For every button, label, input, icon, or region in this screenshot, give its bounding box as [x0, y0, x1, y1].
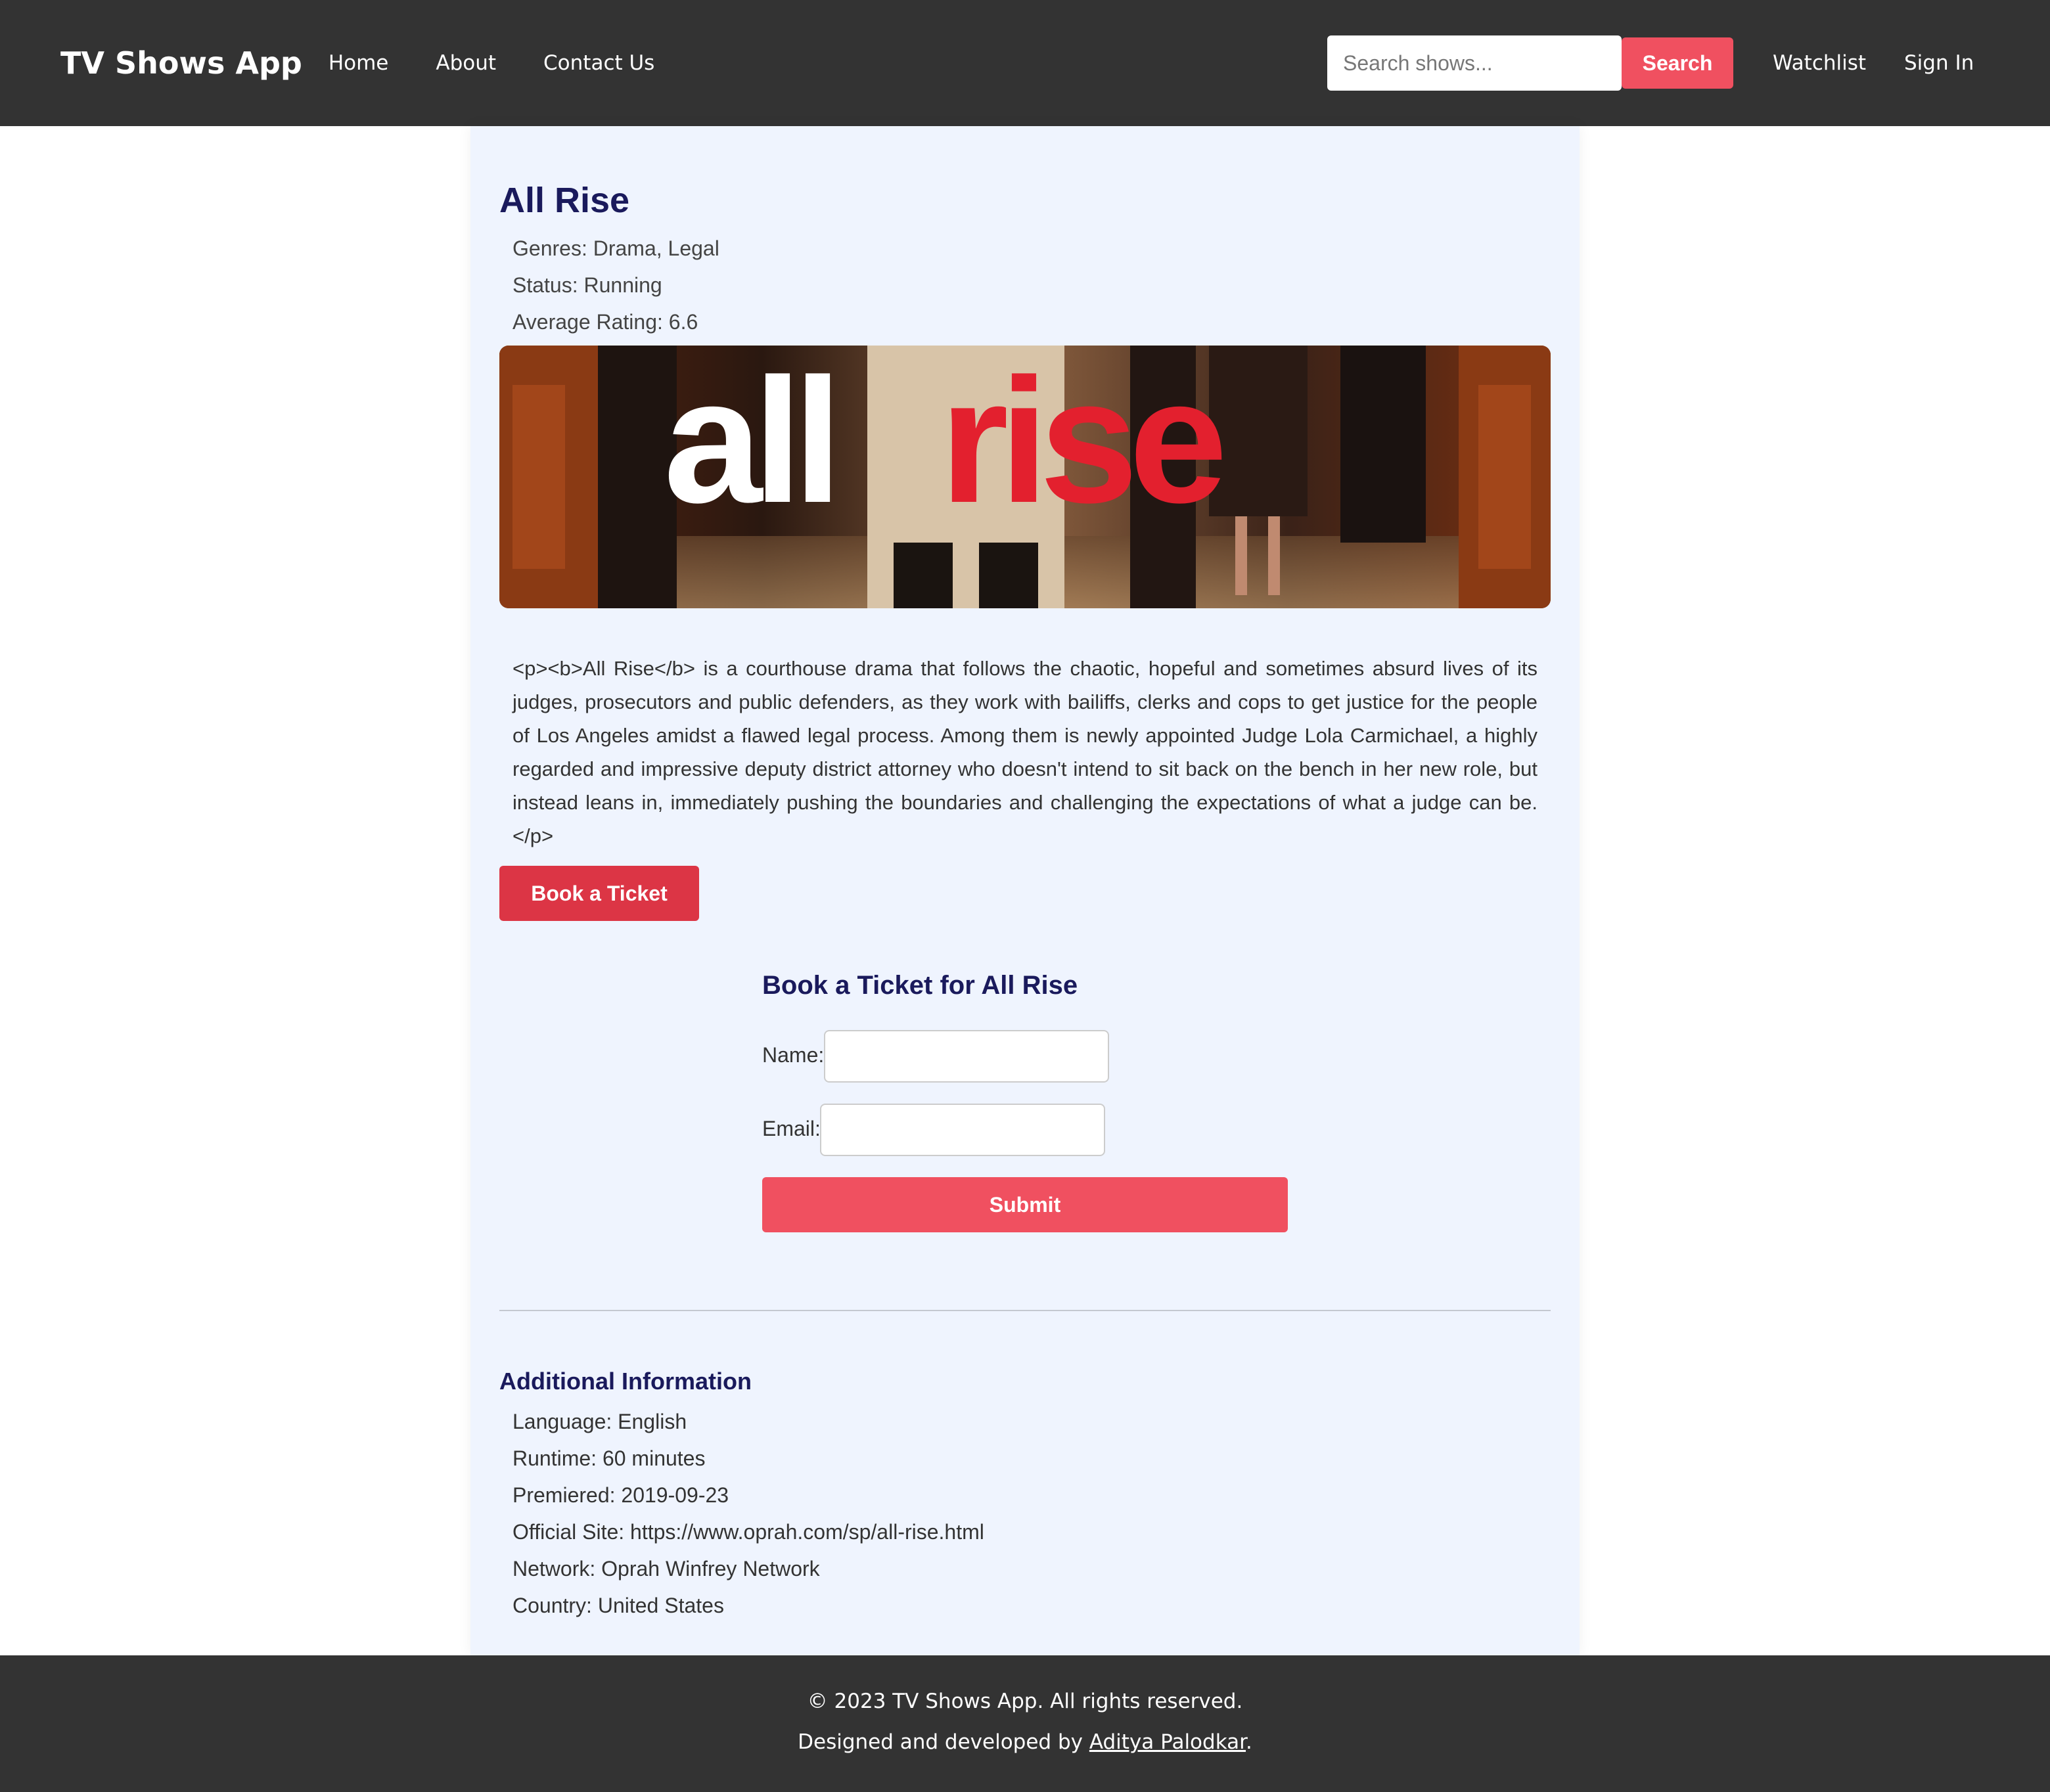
- search-button[interactable]: Search: [1622, 37, 1733, 89]
- banner-logo-rise: rise: [940, 346, 1223, 540]
- banner-logo-all: all: [664, 346, 833, 540]
- info-language: Language: English: [512, 1410, 687, 1433]
- show-details-card: All Rise Genres: Drama, Legal Status: Ru…: [470, 126, 1580, 1655]
- top-navbar: TV Shows App Home About Contact Us Searc…: [0, 0, 2050, 126]
- show-genres: Genres: Drama, Legal: [512, 236, 719, 260]
- search-input[interactable]: [1327, 35, 1622, 91]
- section-divider: [499, 1310, 1551, 1311]
- footer-credit: Designed and developed by Aditya Palodka…: [0, 1730, 2050, 1754]
- submit-button[interactable]: Submit: [762, 1177, 1288, 1232]
- name-field[interactable]: [824, 1030, 1109, 1083]
- nav-link-watchlist[interactable]: Watchlist: [1773, 0, 1866, 126]
- footer-copyright: © 2023 TV Shows App. All rights reserved…: [807, 1690, 1243, 1713]
- brand-logo[interactable]: TV Shows App: [60, 45, 302, 81]
- footer-author-link[interactable]: Aditya Palodkar: [1089, 1730, 1246, 1754]
- info-country: Country: United States: [512, 1594, 724, 1617]
- show-banner-image: all rise: [499, 346, 1551, 608]
- name-label: Name:: [762, 1043, 825, 1067]
- nav-link-home[interactable]: Home: [329, 51, 389, 75]
- nav-link-contact[interactable]: Contact Us: [543, 51, 654, 75]
- info-official-site: Official Site: https://www.oprah.com/sp/…: [512, 1520, 984, 1544]
- book-ticket-button[interactable]: Book a Ticket: [499, 866, 699, 921]
- show-summary: <p><b>All Rise</b> is a courthouse drama…: [512, 657, 1538, 847]
- show-rating: Average Rating: 6.6: [512, 310, 698, 334]
- email-label: Email:: [762, 1117, 821, 1140]
- search-form: Search: [1327, 35, 1733, 91]
- nav-link-about[interactable]: About: [436, 51, 496, 75]
- email-field[interactable]: [820, 1104, 1105, 1156]
- footer-credit-prefix: Designed and developed by: [798, 1730, 1089, 1754]
- info-premiered: Premiered: 2019-09-23: [512, 1483, 729, 1507]
- additional-info-title: Additional Information: [499, 1368, 752, 1395]
- booking-form-title: Book a Ticket for All Rise: [762, 971, 1078, 1000]
- info-network: Network: Oprah Winfrey Network: [512, 1557, 820, 1580]
- info-runtime: Runtime: 60 minutes: [512, 1446, 706, 1470]
- nav-link-sign-in[interactable]: Sign In: [1904, 0, 1974, 126]
- show-status: Status: Running: [512, 273, 662, 297]
- show-title: All Rise: [499, 181, 630, 220]
- page-footer: © 2023 TV Shows App. All rights reserved…: [0, 1655, 2050, 1792]
- footer-credit-suffix: .: [1246, 1730, 1252, 1754]
